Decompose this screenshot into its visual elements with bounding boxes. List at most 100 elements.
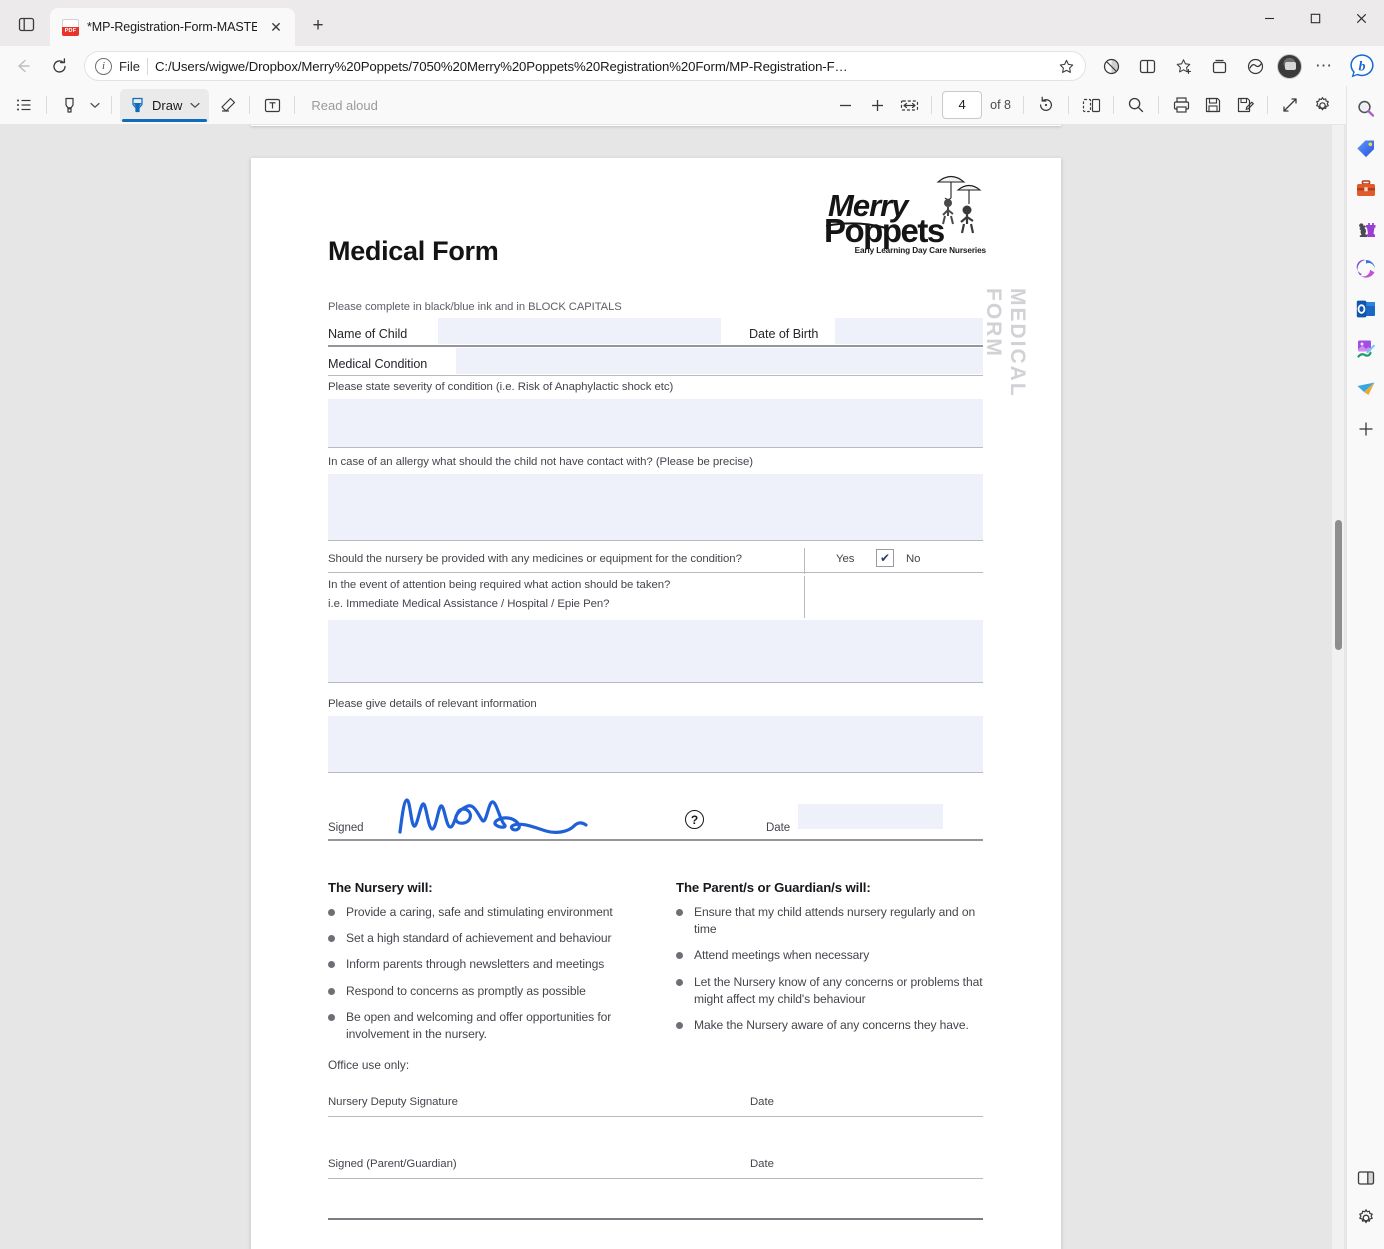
url-text: C:/Users/wigwe/Dropbox/Merry%20Poppets/7…: [154, 58, 848, 74]
fit-to-width-icon[interactable]: [893, 91, 925, 120]
sidebar-settings-gear-icon[interactable]: [1351, 1203, 1381, 1233]
scrollbar-thumb[interactable]: [1334, 520, 1342, 650]
medicines-question-row: Should the nursery be provided with any …: [328, 548, 983, 574]
eraser-icon[interactable]: [211, 91, 243, 120]
draw-options-chevron-down-icon[interactable]: [187, 102, 203, 109]
date-of-birth-input[interactable]: [835, 318, 983, 344]
highlighter-options-chevron-down-icon[interactable]: [85, 91, 105, 120]
collections-icon[interactable]: [1202, 51, 1236, 81]
bullet-icon: [328, 987, 335, 995]
divider: [1023, 96, 1024, 114]
search-icon[interactable]: [1351, 94, 1381, 124]
tools-briefcase-icon[interactable]: [1351, 174, 1381, 204]
action-input[interactable]: [328, 619, 983, 682]
add-icon[interactable]: [1351, 414, 1381, 444]
signature-date-input[interactable]: [798, 804, 943, 829]
list-item-label: Inform parents through newsletters and m…: [346, 957, 605, 972]
close-window-button[interactable]: [1338, 0, 1384, 36]
list-item: Make the Nursery aware of any concerns t…: [676, 1017, 986, 1034]
page-view-icon[interactable]: [1075, 91, 1107, 120]
browser-split-icon[interactable]: [1130, 51, 1164, 81]
fullscreen-icon[interactable]: [1274, 91, 1306, 120]
bullet-icon: [328, 961, 335, 969]
divider: [328, 681, 983, 683]
name-of-child-input[interactable]: [438, 318, 721, 344]
deputy-signature-label: Nursery Deputy Signature: [328, 1096, 458, 1108]
pdf-settings-gear-icon[interactable]: [1306, 91, 1338, 120]
list-item: Provide a caring, safe and stimulating e…: [328, 904, 658, 921]
maximize-button[interactable]: [1292, 0, 1338, 36]
zoom-out-button[interactable]: [829, 91, 861, 120]
browser-window: *MP-Registration-Form-MASTER ✕ + i File: [0, 0, 1384, 1249]
tab-actions-icon[interactable]: [8, 6, 44, 42]
image-creator-icon[interactable]: [1351, 334, 1381, 364]
divider: [294, 96, 296, 114]
address-bar[interactable]: i File C:/Users/wigwe/Dropbox/Merry%20Po…: [84, 51, 1086, 81]
pdf-viewer: Merry Poppets Early Learning Day Care Nu…: [0, 125, 1346, 1249]
divider: [328, 375, 983, 376]
viewer-scrollbar[interactable]: [1332, 125, 1344, 1249]
list-item: Be open and welcoming and offer opportun…: [328, 1009, 658, 1043]
page-number-input[interactable]: 4: [942, 91, 983, 119]
medicines-checkbox[interactable]: ✔: [876, 549, 894, 567]
action-block: In the event of attention being required…: [328, 576, 983, 683]
split-screen-panel-icon[interactable]: [1351, 1163, 1381, 1193]
allergy-block: In case of an allergy what should the ch…: [328, 456, 983, 541]
settings-and-more-icon[interactable]: ⋯: [1307, 51, 1341, 81]
outlook-icon[interactable]: [1351, 294, 1381, 324]
rotate-icon[interactable]: [1030, 91, 1062, 120]
divider: [1267, 96, 1268, 114]
favorites-icon[interactable]: [1166, 51, 1200, 81]
deputy-date-label: Date: [750, 1096, 774, 1108]
refresh-button[interactable]: [42, 51, 76, 81]
medical-condition-label: Medical Condition: [328, 357, 428, 371]
back-button[interactable]: [6, 51, 40, 81]
help-icon[interactable]: ?: [685, 810, 704, 829]
allergy-input[interactable]: [328, 474, 983, 540]
bullet-icon: [328, 935, 335, 943]
tab-title: *MP-Registration-Form-MASTER: [87, 20, 257, 34]
list-item: Respond to concerns as promptly as possi…: [328, 983, 658, 1000]
list-item: Ensure that my child attends nursery reg…: [676, 904, 986, 938]
zoom-in-button[interactable]: [861, 91, 893, 120]
new-tab-button[interactable]: +: [303, 11, 333, 41]
relevant-info-block: Please give details of relevant informat…: [328, 698, 983, 773]
list-item-label: Make the Nursery aware of any concerns t…: [694, 1017, 969, 1032]
divider: [804, 576, 805, 618]
divider: [46, 96, 47, 114]
medicines-question: Should the nursery be provided with any …: [328, 553, 742, 565]
shopping-tag-icon[interactable]: [1351, 134, 1381, 164]
table-of-contents-icon[interactable]: [8, 91, 40, 120]
severity-input[interactable]: [328, 399, 983, 447]
search-icon[interactable]: [1120, 91, 1152, 120]
draw-tool-button[interactable]: Draw: [120, 88, 210, 122]
parent-commitments-heading: The Parent/s or Guardian/s will:: [676, 880, 871, 895]
minimize-button[interactable]: [1246, 0, 1292, 36]
microsoft-365-icon[interactable]: [1351, 254, 1381, 284]
add-text-icon[interactable]: [256, 91, 288, 120]
close-tab-icon[interactable]: ✕: [265, 16, 287, 38]
print-icon[interactable]: [1165, 91, 1197, 120]
drop-icon[interactable]: [1351, 374, 1381, 404]
copilot-icon[interactable]: b: [1346, 50, 1378, 82]
browser-essentials-icon[interactable]: [1238, 51, 1272, 81]
medical-condition-input[interactable]: [456, 348, 983, 374]
favorite-star-icon[interactable]: [1053, 53, 1079, 79]
divider: [328, 1178, 983, 1179]
browser-tab[interactable]: *MP-Registration-Form-MASTER ✕: [50, 8, 295, 46]
divider: [328, 572, 983, 573]
highlighter-icon[interactable]: [53, 91, 85, 120]
divider: [328, 772, 983, 773]
read-aloud-button[interactable]: Read aloud: [301, 91, 388, 120]
avatar[interactable]: [1277, 53, 1302, 79]
date-label: Date: [766, 822, 791, 834]
relevant-input[interactable]: [328, 716, 983, 772]
split-screen-icon[interactable]: [1094, 51, 1128, 81]
parent-commitments: The Parent/s or Guardian/s will: Ensure …: [676, 880, 986, 1043]
site-info-icon[interactable]: i: [95, 57, 112, 75]
save-icon[interactable]: [1197, 91, 1229, 120]
games-icon[interactable]: [1351, 214, 1381, 244]
save-as-icon[interactable]: [1229, 91, 1261, 120]
divider: [931, 96, 933, 114]
list-item-label: Provide a caring, safe and stimulating e…: [346, 905, 613, 919]
